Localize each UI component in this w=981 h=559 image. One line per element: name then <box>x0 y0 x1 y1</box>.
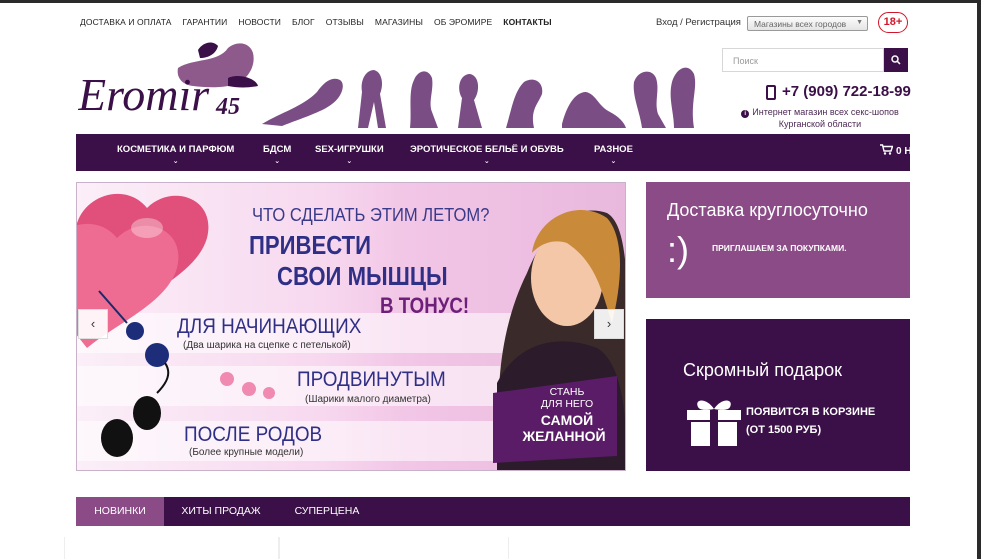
nav-misc[interactable]: Разное ⌄ <box>594 144 633 165</box>
banner-headline-2: СВОИ МЫШЦЫ <box>277 261 448 291</box>
banner-level-3-desc: (Более крупные модели) <box>189 447 304 458</box>
shop-info: i Интернет магазин всех секс-шопов Курган… <box>730 106 910 130</box>
banner-level-1: ДЛЯ НАЧИНАЮЩИХ <box>177 315 362 338</box>
login-link[interactable]: Вход <box>656 17 678 28</box>
carousel-prev-button[interactable]: ‹ <box>78 309 108 339</box>
nav-lingerie-label: Эротическое бельё и обувь <box>410 144 564 155</box>
delivery-promo[interactable]: Доставка круглосуточно :) ПРИГЛАШАЕМ ЗА … <box>646 182 910 298</box>
banner-headline-3: В ТОНУС! <box>380 293 470 318</box>
product-card[interactable] <box>279 537 509 559</box>
banner-level-2-desc: (Шарики малого диаметра) <box>305 394 431 405</box>
banner-level-1-desc: (Два шарика на сцепке с петелькой) <box>183 340 351 351</box>
banner-headline-1: ПРИВЕСТИ <box>249 230 372 260</box>
tab-new[interactable]: НОВИНКИ <box>76 497 164 526</box>
shop-info-line1: Интернет магазин всех секс-шопов <box>752 107 899 117</box>
auth-separator: / <box>680 17 683 28</box>
cart-button[interactable]: 0 НА 0 Р <box>880 144 937 157</box>
city-select-value: Магазины всех городов <box>754 19 847 29</box>
gift-icon <box>687 400 741 446</box>
banner-question: ЧТО СДЕЛАТЬ ЭТИМ ЛЕТОМ? <box>252 205 490 225</box>
carousel-next-button[interactable]: › <box>594 309 624 339</box>
banner-badge-line-1: СТАНЬ <box>549 386 585 398</box>
product-grid-top <box>64 537 944 559</box>
gift-promo-title: Скромный подарок <box>683 360 842 380</box>
search-button[interactable] <box>884 48 908 72</box>
cart-icon <box>880 144 894 155</box>
logo-number: 45 <box>215 94 240 120</box>
gift-promo[interactable]: Скромный подарок ПОЯВИТСЯ В КОРЗИНЕ (ОТ … <box>646 319 910 471</box>
shop-info-line2: Курганской области <box>778 119 862 129</box>
phone-number[interactable]: +7 (909) 722-18-99 <box>782 83 911 100</box>
topnav-reviews[interactable]: Отзывы <box>326 17 364 27</box>
nav-bdsm-label: БДСМ <box>263 144 292 155</box>
smile-icon: :) <box>667 229 689 270</box>
delivery-promo-subtitle: ПРИГЛАШАЕМ ЗА ПОКУПКАМИ. <box>712 243 847 253</box>
chevron-down-icon: ⌄ <box>483 158 490 165</box>
auth-links: Вход / Регистрация <box>656 17 741 28</box>
age-restriction-badge: 18+ <box>878 12 908 33</box>
banner-badge-line-3: САМОЙ <box>540 412 594 428</box>
topnav-news[interactable]: Новости <box>238 17 281 27</box>
banner-badge-line-2: ДЛЯ НЕГО <box>540 398 594 410</box>
topnav-shops[interactable]: Магазины <box>375 17 423 27</box>
chevron-down-icon: ⌄ <box>346 158 353 165</box>
banner-badge-line-4: ЖЕЛАННОЙ <box>522 428 606 444</box>
product-card[interactable] <box>64 537 279 559</box>
tab-bestsellers[interactable]: ХИТЫ ПРОДАЖ <box>164 497 278 526</box>
window-frame-right <box>977 0 981 559</box>
topnav-delivery[interactable]: Доставка и оплата <box>80 17 172 27</box>
chevron-down-icon: ⌄ <box>610 158 617 165</box>
main-nav: Косметика и парфюм ⌄ БДСМ ⌄ Sex-игрушки … <box>76 134 937 171</box>
delivery-promo-title: Доставка круглосуточно <box>667 200 868 220</box>
logo-graphic: Eromir 45 <box>77 42 258 120</box>
window-frame-top <box>0 0 981 3</box>
gift-promo-line-2: (ОТ 1500 РУБ) <box>746 424 822 436</box>
topnav-guarantees[interactable]: Гарантии <box>183 17 228 27</box>
promo-carousel[interactable]: ЧТО СДЕЛАТЬ ЭТИМ ЛЕТОМ? ПРИВЕСТИ СВОИ МЫ… <box>76 182 626 471</box>
nav-misc-label: Разное <box>594 144 633 155</box>
banner-level-2: ПРОДВИНУТЫМ <box>297 368 446 391</box>
nav-cosmetics[interactable]: Косметика и парфюм ⌄ <box>117 144 235 165</box>
nav-bdsm[interactable]: БДСМ ⌄ <box>263 144 292 165</box>
nav-sex-toys[interactable]: Sex-игрушки ⌄ <box>315 144 384 165</box>
cart-total: 0 НА 0 Р <box>896 146 937 157</box>
topnav-contacts[interactable]: Контакты <box>503 17 551 27</box>
register-link[interactable]: Регистрация <box>685 17 741 28</box>
tab-super-price[interactable]: СУПЕРЦЕНА <box>278 497 376 526</box>
topnav-blog[interactable]: Блог <box>292 17 315 27</box>
product-tabs: НОВИНКИ ХИТЫ ПРОДАЖ СУПЕРЦЕНА <box>76 497 910 526</box>
topnav-about[interactable]: Об Эромире <box>434 17 492 27</box>
chevron-down-icon: ⌄ <box>274 158 281 165</box>
chevron-down-icon: ▼ <box>856 19 863 26</box>
city-select[interactable]: Магазины всех городов ▼ <box>747 16 868 31</box>
nav-cosmetics-label: Косметика и парфюм <box>117 144 235 155</box>
search-icon <box>891 55 901 65</box>
decorative-silhouettes <box>262 67 696 128</box>
top-nav: Доставка и оплата Гарантии Новости Блог … <box>80 17 563 27</box>
nav-lingerie[interactable]: Эротическое бельё и обувь ⌄ <box>410 144 564 165</box>
site-logo[interactable]: Eromir 45 <box>77 38 263 122</box>
gift-promo-line-1: ПОЯВИТСЯ В КОРЗИНЕ <box>746 406 876 418</box>
nav-sex-toys-label: Sex-игрушки <box>315 144 384 155</box>
banner-level-3: ПОСЛЕ РОДОВ <box>184 423 323 446</box>
logo-wordmark: Eromir <box>78 69 210 120</box>
info-icon: i <box>741 110 750 118</box>
search-input[interactable]: Поиск <box>722 48 884 72</box>
mobile-phone-icon <box>766 85 776 100</box>
chevron-down-icon: ⌄ <box>172 158 179 165</box>
